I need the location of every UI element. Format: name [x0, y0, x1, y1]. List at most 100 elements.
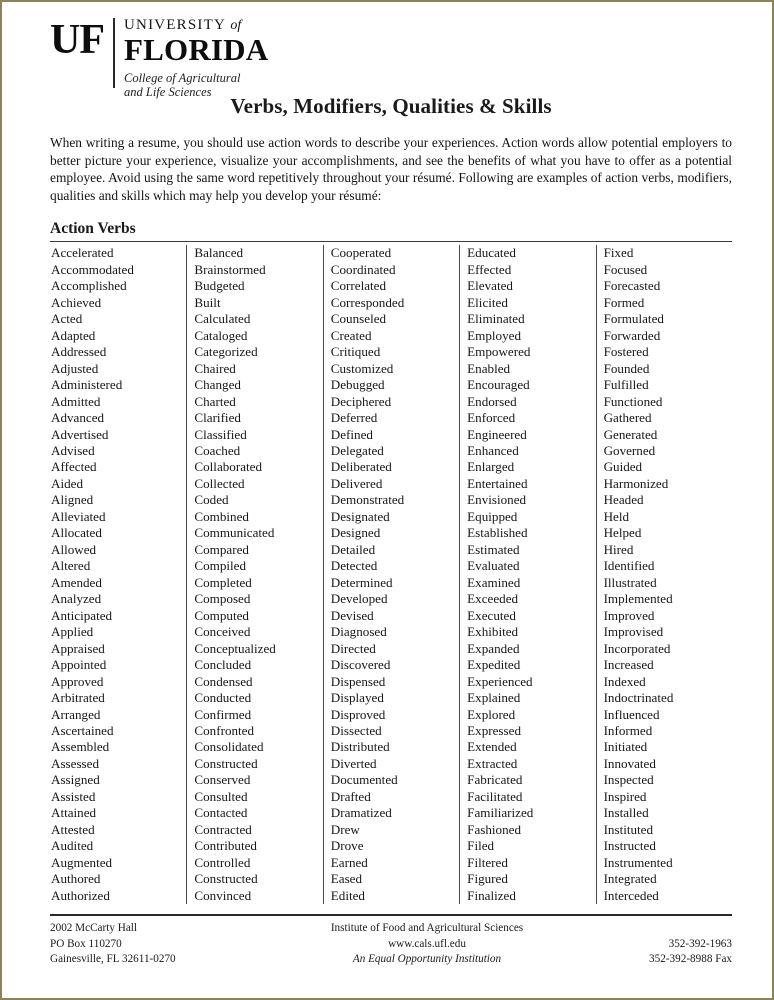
verb-item: Enlarged	[467, 459, 515, 475]
document-page: UF UNIVERSITY of FLORIDA College of Agri…	[0, 0, 774, 1000]
verb-item: Detailed	[330, 541, 376, 557]
verb-item: Accommodated	[51, 261, 134, 277]
verb-item: Explored	[467, 706, 516, 722]
footer-phone: 352-392-1963	[668, 937, 732, 950]
verb-item: Critiqued	[330, 344, 381, 360]
verb-item: Allowed	[51, 541, 97, 557]
verb-item: Engineered	[467, 426, 527, 442]
verb-item: Focused	[603, 261, 648, 277]
verb-item: Established	[467, 525, 528, 541]
footer-website[interactable]: www.cals.ufl.edu	[282, 937, 572, 953]
verb-item: Counseled	[330, 311, 387, 327]
verb-item: Delivered	[330, 475, 383, 491]
verb-column-3: Cooperated Coordinated Correlated Correspon…	[322, 245, 459, 905]
verb-item: Confirmed	[194, 706, 252, 722]
verb-item: Controlled	[194, 854, 251, 870]
verb-item: Admitted	[51, 393, 101, 409]
verb-item: Dissected	[330, 722, 382, 738]
verb-item: Familiarized	[467, 805, 534, 821]
footer-rule	[50, 914, 732, 917]
verb-item: Drafted	[330, 788, 371, 804]
verb-item: Advanced	[51, 410, 105, 426]
footer-contact: 352-392-1963 352-392-8988 Fax	[572, 921, 732, 968]
verb-item: Accomplished	[51, 278, 127, 294]
verb-item: Accelerated	[51, 245, 114, 261]
footer-center: Institute of Food and Agricultural Scien…	[282, 921, 572, 968]
verb-item: Initiated	[603, 739, 648, 755]
verb-item: Authored	[51, 871, 101, 887]
verb-item: Entertained	[467, 475, 528, 491]
verb-item: Gathered	[603, 410, 652, 426]
verb-item: Instructed	[603, 838, 656, 854]
verb-item: Deliberated	[330, 459, 392, 475]
verb-item: Drove	[330, 838, 364, 854]
verb-item: Finalized	[467, 887, 516, 903]
verb-item: Filtered	[467, 854, 508, 870]
verb-item: Fulfilled	[603, 377, 649, 393]
verb-item: Balanced	[194, 245, 244, 261]
verb-item: Fabricated	[467, 772, 523, 788]
verb-item: Budgeted	[194, 278, 245, 294]
footer-institute-name: Institute of Food and Agricultural Scien…	[330, 922, 524, 935]
page-footer: 2002 McCarty Hall PO Box 110270 Gainesvi…	[50, 921, 732, 968]
verb-item: Hired	[603, 541, 634, 557]
verb-item: Implemented	[603, 591, 673, 607]
verb-item: Conserved	[194, 772, 251, 788]
verb-item: Influenced	[603, 706, 660, 722]
verb-item: Developed	[330, 591, 388, 607]
verb-item: Dispensed	[330, 673, 386, 689]
verb-item: Discovered	[330, 657, 391, 673]
verb-item: Eliminated	[467, 311, 525, 327]
verb-item: Expedited	[467, 657, 521, 673]
verb-item: Collected	[194, 475, 245, 491]
verb-item: Conceptualized	[194, 640, 276, 656]
footer-fax: 352-392-8988 Fax	[649, 953, 732, 966]
verb-item: Exceeded	[467, 591, 519, 607]
footer-equal-opportunity: An Equal Opportunity Institution	[352, 953, 502, 966]
verb-item: Aligned	[51, 492, 94, 508]
footer-address-line3: Gainesville, FL 32611-0270	[50, 953, 176, 966]
verb-item: Instituted	[603, 821, 654, 837]
verb-item: Experienced	[467, 673, 533, 689]
verb-item: Increased	[603, 657, 654, 673]
verb-item: Integrated	[603, 871, 657, 887]
verb-item: Executed	[467, 607, 516, 623]
verb-item: Fixed	[603, 245, 634, 261]
verb-item: Assigned	[51, 772, 100, 788]
verb-item: Extracted	[467, 755, 518, 771]
verb-item: Concluded	[194, 657, 252, 673]
verb-item: Evaluated	[467, 558, 520, 574]
verb-item: Composed	[194, 591, 251, 607]
verb-item: Built	[194, 294, 221, 310]
uf-monogram: UF	[50, 17, 105, 63]
verb-item: Improvised	[603, 624, 664, 640]
verb-item: Demonstrated	[330, 492, 405, 508]
verb-item: Cooperated	[330, 245, 392, 261]
verb-item: Calculated	[194, 311, 251, 327]
verb-item: Arbitrated	[51, 690, 105, 706]
verb-item: Confronted	[194, 722, 255, 738]
verb-item: Generated	[603, 426, 658, 442]
verb-item: Exhibited	[467, 624, 519, 640]
verb-item: Installed	[603, 805, 649, 821]
verb-item: Attained	[51, 805, 97, 821]
verb-item: Addressed	[51, 344, 107, 360]
footer-contact-blank	[572, 921, 732, 937]
verb-item: Envisioned	[467, 492, 527, 508]
verb-item: Advised	[51, 443, 95, 458]
verb-item: Compared	[194, 541, 249, 557]
verb-item: Headed	[603, 492, 644, 508]
verb-item: Adapted	[51, 327, 96, 343]
verb-item: Aided	[51, 475, 83, 491]
verb-item: Ascertained	[51, 722, 114, 738]
verb-item: Arranged	[51, 706, 101, 722]
verb-item: Informed	[603, 722, 653, 738]
verb-item: Augmented	[51, 854, 113, 870]
footer-address-line1: 2002 McCarty Hall	[50, 922, 137, 935]
verb-item: Identified	[603, 558, 655, 574]
verb-item: Allocated	[51, 525, 102, 541]
verb-item: Brainstormed	[194, 261, 266, 277]
verb-item: Consolidated	[194, 739, 264, 755]
uf-logo: UF UNIVERSITY of FLORIDA College of Agri…	[50, 14, 732, 100]
verb-column-4: Educated Effected Elevated Elicited Eliminat…	[459, 245, 595, 905]
